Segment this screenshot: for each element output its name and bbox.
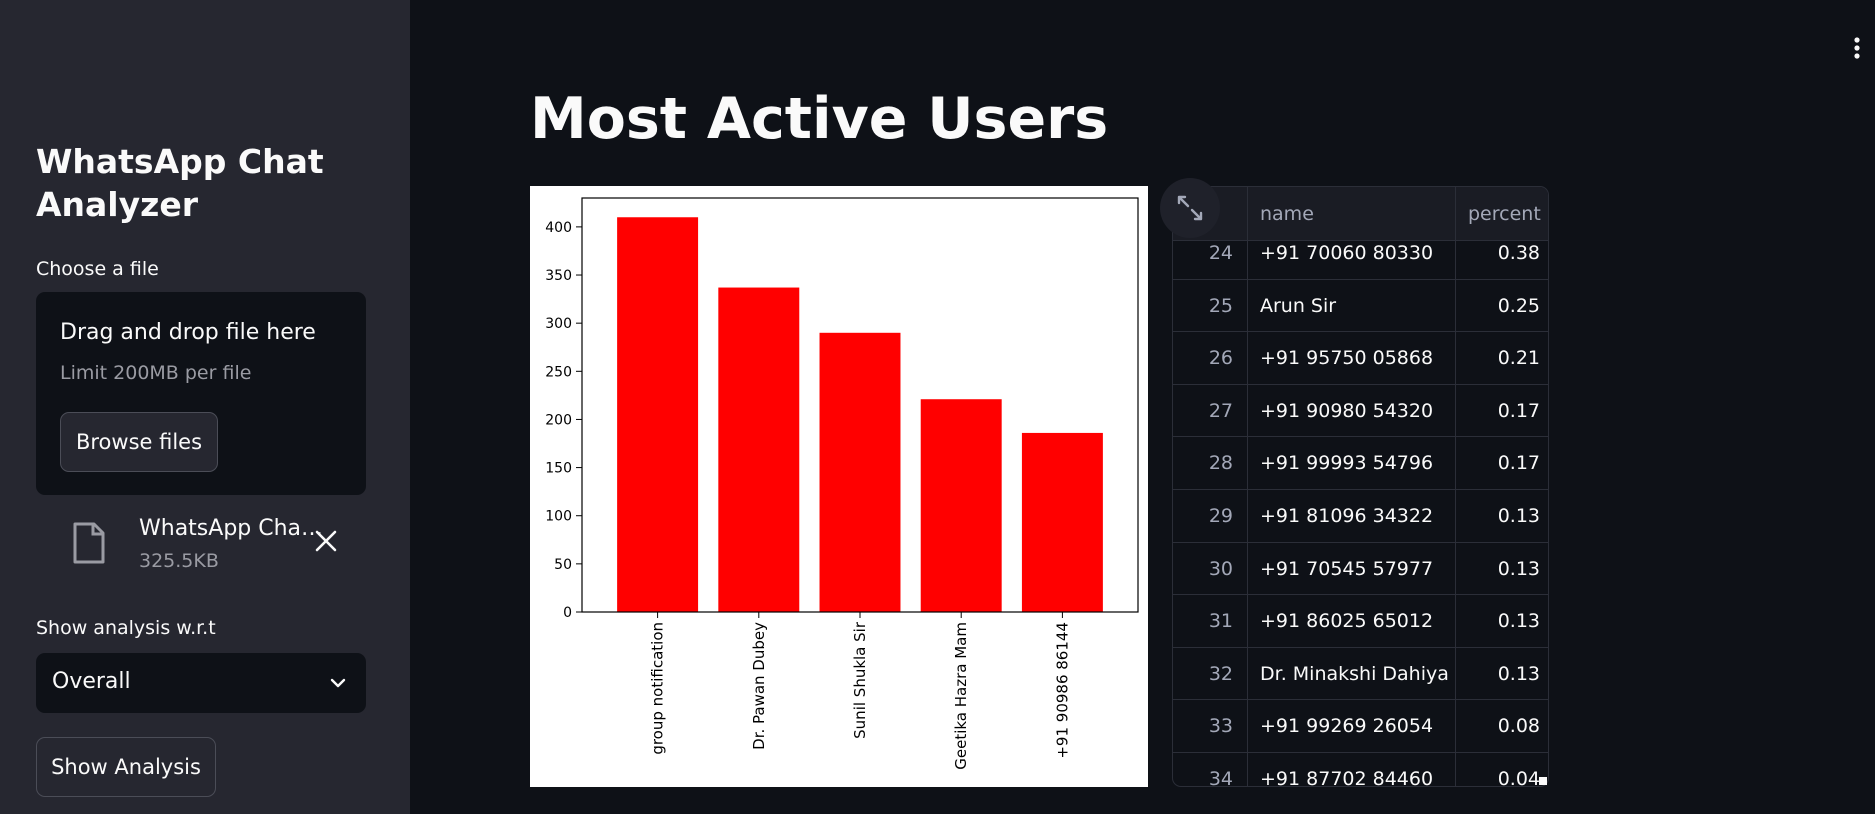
y-tick-label: 400 <box>545 220 572 236</box>
percent-cell[interactable]: 0.13 <box>1456 648 1548 700</box>
bar <box>617 217 699 613</box>
y-tick-label: 250 <box>545 364 572 380</box>
row-index-cell[interactable]: 33 <box>1173 700 1248 753</box>
file-icon <box>73 522 105 564</box>
bar <box>1021 432 1103 612</box>
x-tick-label: +91 90986 86144 <box>1053 622 1071 759</box>
percent-cell[interactable]: 0.13 <box>1456 543 1548 595</box>
y-tick-label: 0 <box>563 605 572 621</box>
row-index-cell[interactable]: 31 <box>1173 595 1248 648</box>
analysis-select-value: Overall <box>52 669 131 694</box>
name-cell[interactable]: Dr. Minakshi Dahiya Mam <box>1248 647 1456 700</box>
y-tick-label: 300 <box>545 316 572 332</box>
row-index-cell[interactable]: 26 <box>1173 332 1248 385</box>
table-row[interactable]: 33 +91 99269 26054 0.08 <box>1173 700 1548 753</box>
percent-cell[interactable]: 0.17 <box>1456 385 1548 437</box>
percent-cell[interactable]: 0.21 <box>1456 332 1548 384</box>
analysis-select-label: Show analysis w.r.t <box>36 617 216 639</box>
dataframe[interactable]: name percent 24 +91 70060 80330 0.38 25 Arun… <box>1172 186 1549 787</box>
fullscreen-button[interactable] <box>1160 178 1220 238</box>
percent-cell[interactable]: 0.08 <box>1456 700 1548 752</box>
percent-cell[interactable]: 0.04 <box>1456 753 1548 786</box>
name-cell[interactable]: +91 70545 57977 <box>1248 542 1456 595</box>
y-tick-label: 150 <box>545 461 572 477</box>
table-row[interactable]: 25 Arun Sir 0.25 <box>1173 279 1548 333</box>
percent-column-header[interactable]: percent <box>1456 187 1548 241</box>
dropzone-title: Drag and drop file here <box>60 320 316 345</box>
uploaded-file-name: WhatsApp Cha… <box>139 516 324 541</box>
x-tick-label: group notification <box>649 622 667 755</box>
more-vert-icon[interactable] <box>1853 36 1861 60</box>
table-header: name percent <box>1173 187 1548 241</box>
browse-files-button[interactable]: Browse files <box>60 412 218 472</box>
bar <box>819 332 901 612</box>
sidebar: WhatsApp Chat Analyzer Choose a file Dra… <box>0 0 410 814</box>
bar-chart-svg: 0 50 100 150 200 250 300 350 400 group notificati… <box>545 197 1139 770</box>
row-index-cell[interactable]: 34 <box>1173 752 1248 786</box>
resize-handle[interactable] <box>1539 777 1547 785</box>
table-row[interactable]: 27 +91 90980 54320 0.17 <box>1173 384 1548 438</box>
name-cell[interactable]: +91 87702 84460 <box>1248 752 1456 786</box>
x-tick-label: Sunil Shukla Sir <box>851 621 869 739</box>
row-index-cell[interactable]: 29 <box>1173 489 1248 542</box>
percent-cell[interactable]: 0.13 <box>1456 490 1548 542</box>
name-cell[interactable]: +91 99993 54796 <box>1248 437 1456 490</box>
percent-cell[interactable]: 0.25 <box>1456 280 1548 332</box>
page-title: Most Active Users <box>530 86 1109 152</box>
show-analysis-button[interactable]: Show Analysis <box>36 737 216 797</box>
name-cell[interactable]: +91 90980 54320 <box>1248 384 1456 437</box>
row-index-cell[interactable]: 28 <box>1173 437 1248 490</box>
row-index-cell[interactable]: 25 <box>1173 279 1248 332</box>
close-icon[interactable] <box>313 528 339 554</box>
name-cell[interactable]: +91 86025 65012 <box>1248 595 1456 648</box>
table-row[interactable]: 29 +91 81096 34322 0.13 <box>1173 489 1548 543</box>
chevron-down-icon <box>330 678 346 688</box>
table-row[interactable]: 31 +91 86025 65012 0.13 <box>1173 595 1548 648</box>
y-tick-label: 50 <box>554 557 572 573</box>
dropzone-limit: Limit 200MB per file <box>60 362 252 384</box>
x-tick-label: Dr. Pawan Dubey <box>750 622 768 750</box>
file-dropzone[interactable]: Drag and drop file here Limit 200MB per … <box>36 292 366 495</box>
expand-icon <box>1177 195 1203 221</box>
uploaded-file-size: 325.5KB <box>139 550 219 572</box>
table-row[interactable]: 34 +91 87702 84460 0.04 <box>1173 752 1548 786</box>
y-tick-label: 100 <box>545 509 572 525</box>
bar <box>718 287 800 612</box>
table-body: 24 +91 70060 80330 0.38 25 Arun Sir 0.25 26 +91… <box>1173 227 1548 786</box>
table-row[interactable]: 26 +91 95750 05868 0.21 <box>1173 332 1548 385</box>
y-tick-label: 350 <box>545 268 572 284</box>
percent-cell[interactable]: 0.13 <box>1456 595 1548 647</box>
analysis-select[interactable]: Overall <box>36 653 366 713</box>
x-tick-label: Geetika Hazra Mam <box>952 622 970 770</box>
name-column-header[interactable]: name <box>1248 187 1456 241</box>
bar <box>920 399 1002 612</box>
y-tick-label: 200 <box>545 412 572 428</box>
table-row[interactable]: 32Dr. Minakshi Dahiya Mam0.13 <box>1173 647 1548 701</box>
row-index-cell[interactable]: 30 <box>1173 542 1248 595</box>
name-cell[interactable]: +91 99269 26054 <box>1248 700 1456 753</box>
bar-chart: 0 50 100 150 200 250 300 350 400 group notificati… <box>530 186 1148 787</box>
row-index-cell[interactable]: 27 <box>1173 384 1248 437</box>
uploaded-file: WhatsApp Cha… 325.5KB <box>36 510 366 580</box>
name-cell[interactable]: +91 81096 34322 <box>1248 489 1456 542</box>
file-uploader-label: Choose a file <box>36 258 159 280</box>
app-title: WhatsApp Chat Analyzer <box>36 142 324 224</box>
percent-cell[interactable]: 0.17 <box>1456 437 1548 489</box>
table-row[interactable]: 28 +91 99993 54796 0.17 <box>1173 437 1548 490</box>
name-cell[interactable]: Arun Sir <box>1248 279 1456 332</box>
name-cell[interactable]: +91 95750 05868 <box>1248 332 1456 385</box>
row-index-cell[interactable]: 32 <box>1173 647 1248 700</box>
table-row[interactable]: 30 +91 70545 57977 0.13 <box>1173 542 1548 596</box>
